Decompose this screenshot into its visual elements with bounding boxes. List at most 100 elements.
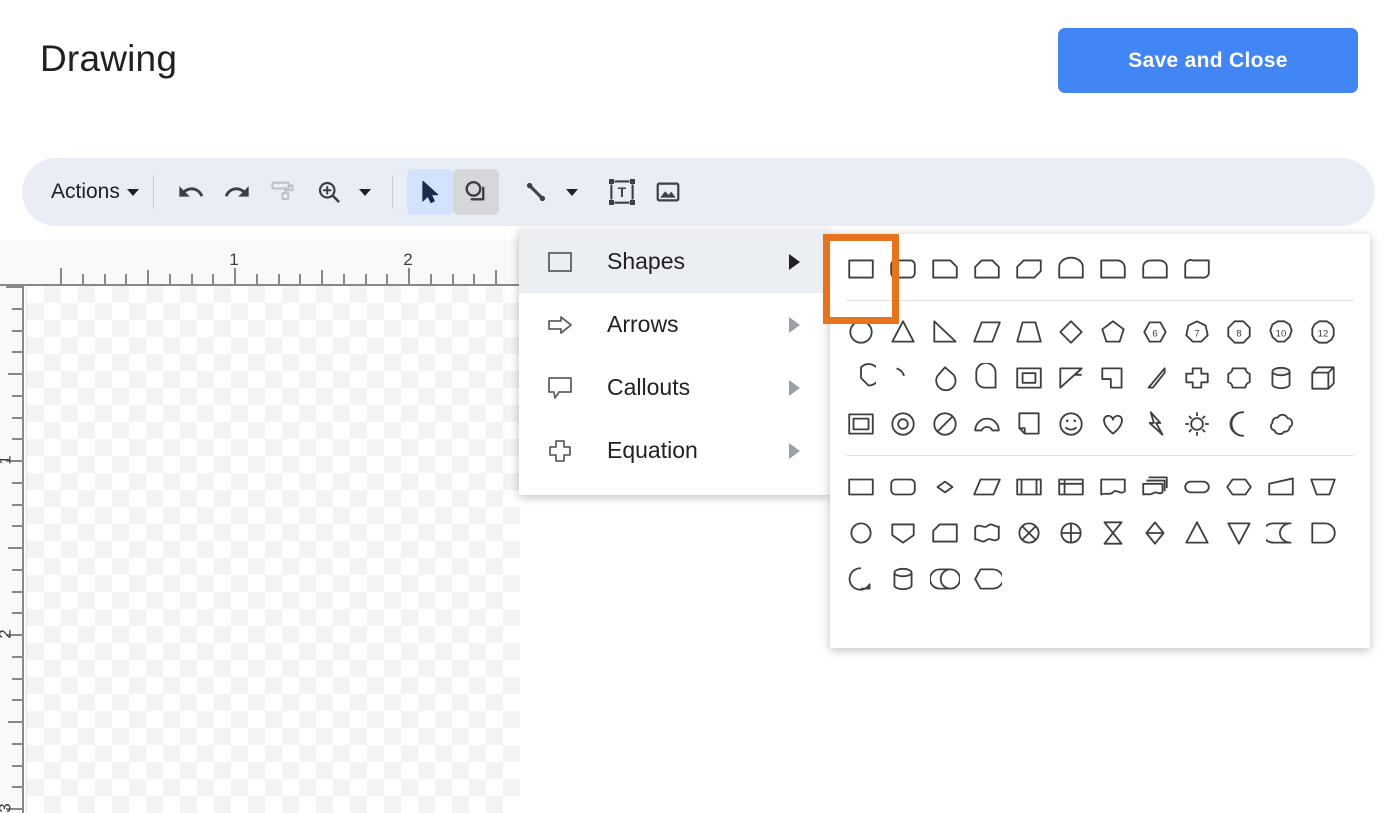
cursor-icon [422, 180, 438, 204]
submenu-arrow-icon [789, 316, 800, 333]
menu-item-arrows[interactable]: Arrows [519, 293, 830, 356]
shape-option-bevel[interactable] [840, 401, 882, 447]
shape-option-flowchart-predefined-process[interactable] [1008, 464, 1050, 510]
shape-option-decagon[interactable]: 10 [1260, 309, 1302, 355]
ruler-tick [8, 373, 22, 375]
shape-option-lightning-bolt[interactable] [1134, 401, 1176, 447]
shape-option-flowchart-manual-operation[interactable] [1302, 464, 1344, 510]
svg-text:7: 7 [1194, 328, 1199, 339]
ruler-tick [125, 274, 128, 284]
shape-option-diamond[interactable] [1050, 309, 1092, 355]
zoom-dropdown-button[interactable] [352, 169, 378, 215]
actions-menu[interactable]: Actions [51, 169, 139, 215]
shape-option-flowchart-document[interactable] [1092, 464, 1134, 510]
shape-option-flowchart-collate[interactable] [1092, 510, 1134, 556]
shape-option-flowchart-punched-tape[interactable] [966, 510, 1008, 556]
svg-text:12: 12 [1318, 328, 1329, 339]
ruler-tick [6, 286, 22, 288]
shape-option-sun[interactable] [1176, 401, 1218, 447]
shape-option-triangle[interactable] [882, 309, 924, 355]
shape-option-flowchart-direct-access-storage[interactable] [924, 556, 966, 602]
shape-option-flowchart-delay[interactable] [1302, 510, 1344, 556]
image-tool[interactable] [645, 169, 691, 215]
shape-option-flowchart-multidocument[interactable] [1134, 464, 1176, 510]
zoom-button[interactable] [306, 169, 352, 215]
shape-option-cloud[interactable] [1260, 401, 1302, 447]
shape-option-block-arc[interactable] [966, 401, 1008, 447]
shape-option-flowchart-magnetic-disk[interactable] [882, 556, 924, 602]
ruler-tick [60, 268, 62, 284]
shape-option-flowchart-data[interactable] [966, 464, 1008, 510]
shape-option-octagon[interactable]: 8 [1218, 309, 1260, 355]
shape-option-half-frame-round[interactable] [966, 355, 1008, 401]
shape-option-flowchart-sort[interactable] [1134, 510, 1176, 556]
shape-option-ellipse[interactable] [840, 309, 882, 355]
shape-option-pie[interactable] [840, 355, 882, 401]
shape-tool[interactable] [452, 169, 499, 215]
shape-option-parallelogram[interactable] [966, 309, 1008, 355]
shape-option-folded-corner[interactable] [1050, 355, 1092, 401]
shape-option-cylinder[interactable] [1260, 355, 1302, 401]
save-and-close-button[interactable]: Save and Close [1058, 28, 1358, 93]
shape-option-round-diagonal-corner-rectangle[interactable] [1176, 246, 1218, 292]
shape-option-flowchart-manual-input[interactable] [1260, 464, 1302, 510]
shape-option-snip-single-corner-rectangle[interactable] [924, 246, 966, 292]
ruler-tick [12, 568, 22, 571]
shape-option-flowchart-card[interactable] [924, 510, 966, 556]
shape-option-flowchart-extract[interactable] [1176, 510, 1218, 556]
shape-option-cube[interactable] [1302, 355, 1344, 401]
shape-option-pentagon[interactable] [1092, 309, 1134, 355]
shape-option-dodecagon[interactable]: 12 [1302, 309, 1344, 355]
shape-option-hexagon[interactable]: 6 [1134, 309, 1176, 355]
shape-option-heart[interactable] [1092, 401, 1134, 447]
menu-item-equation[interactable]: Equation [519, 419, 830, 482]
shape-option-snip-diagonal-corner-rectangle[interactable] [1008, 246, 1050, 292]
shape-option-arc[interactable] [882, 355, 924, 401]
shape-option-flowchart-summing-junction[interactable] [1008, 510, 1050, 556]
select-tool[interactable] [406, 169, 453, 215]
shape-option-trapezoid[interactable] [1008, 309, 1050, 355]
shape-option-flowchart-or[interactable] [1050, 510, 1092, 556]
shape-option-round-same-side-corner-rectangle[interactable] [1050, 246, 1092, 292]
shape-option-plaque[interactable] [1218, 355, 1260, 401]
paint-format-button[interactable] [260, 169, 306, 215]
shape-option-flowchart-page[interactable] [1008, 401, 1050, 447]
shape-option-cross[interactable] [1176, 355, 1218, 401]
menu-item-callouts[interactable]: Callouts [519, 356, 830, 419]
shape-option-diagonal-stripe[interactable] [1134, 355, 1176, 401]
redo-button[interactable] [214, 169, 260, 215]
ruler-tick [12, 394, 22, 397]
line-dropdown-button[interactable] [559, 169, 585, 215]
shape-option-flowchart-connector[interactable] [840, 510, 882, 556]
shape-option-right-triangle[interactable] [924, 309, 966, 355]
shape-option-flowchart-offpage-connector[interactable] [882, 510, 924, 556]
shape-option-flowchart-internal-storage[interactable] [1050, 464, 1092, 510]
drawing-canvas[interactable] [26, 286, 520, 813]
shape-option-flowchart-process[interactable] [840, 464, 882, 510]
shape-option-flowchart-alternate-process[interactable] [882, 464, 924, 510]
shape-option-flowchart-display[interactable] [966, 556, 1008, 602]
shape-option-moon[interactable] [1218, 401, 1260, 447]
shape-option-l-shape[interactable] [1092, 355, 1134, 401]
shape-option-rounded-rectangle[interactable] [882, 246, 924, 292]
shape-option-rectangle[interactable] [840, 246, 882, 292]
shape-option-flowchart-stored-data[interactable] [1260, 510, 1302, 556]
undo-button[interactable] [168, 169, 214, 215]
shape-option-snip-same-side-corner-rectangle[interactable] [966, 246, 1008, 292]
line-tool[interactable] [513, 169, 559, 215]
shape-option-donut[interactable] [882, 401, 924, 447]
menu-item-shapes[interactable]: Shapes [519, 230, 830, 293]
shape-option-teardrop[interactable] [924, 355, 966, 401]
shape-option-round-single-corner-rectangle[interactable] [1092, 246, 1134, 292]
shape-option-flowchart-decision[interactable] [924, 464, 966, 510]
shape-option-flowchart-merge[interactable] [1218, 510, 1260, 556]
shape-option-flowchart-terminator[interactable] [1176, 464, 1218, 510]
shape-option-heptagon[interactable]: 7 [1176, 309, 1218, 355]
shape-option-flowchart-sequential-access-storage[interactable] [840, 556, 882, 602]
text-box-tool[interactable]: T [599, 169, 645, 215]
shape-option-smiley-face[interactable] [1050, 401, 1092, 447]
shape-option-no-symbol[interactable] [924, 401, 966, 447]
shape-option-round-top-corners-rectangle[interactable] [1134, 246, 1176, 292]
shape-option-frame[interactable] [1008, 355, 1050, 401]
shape-option-flowchart-preparation[interactable] [1218, 464, 1260, 510]
